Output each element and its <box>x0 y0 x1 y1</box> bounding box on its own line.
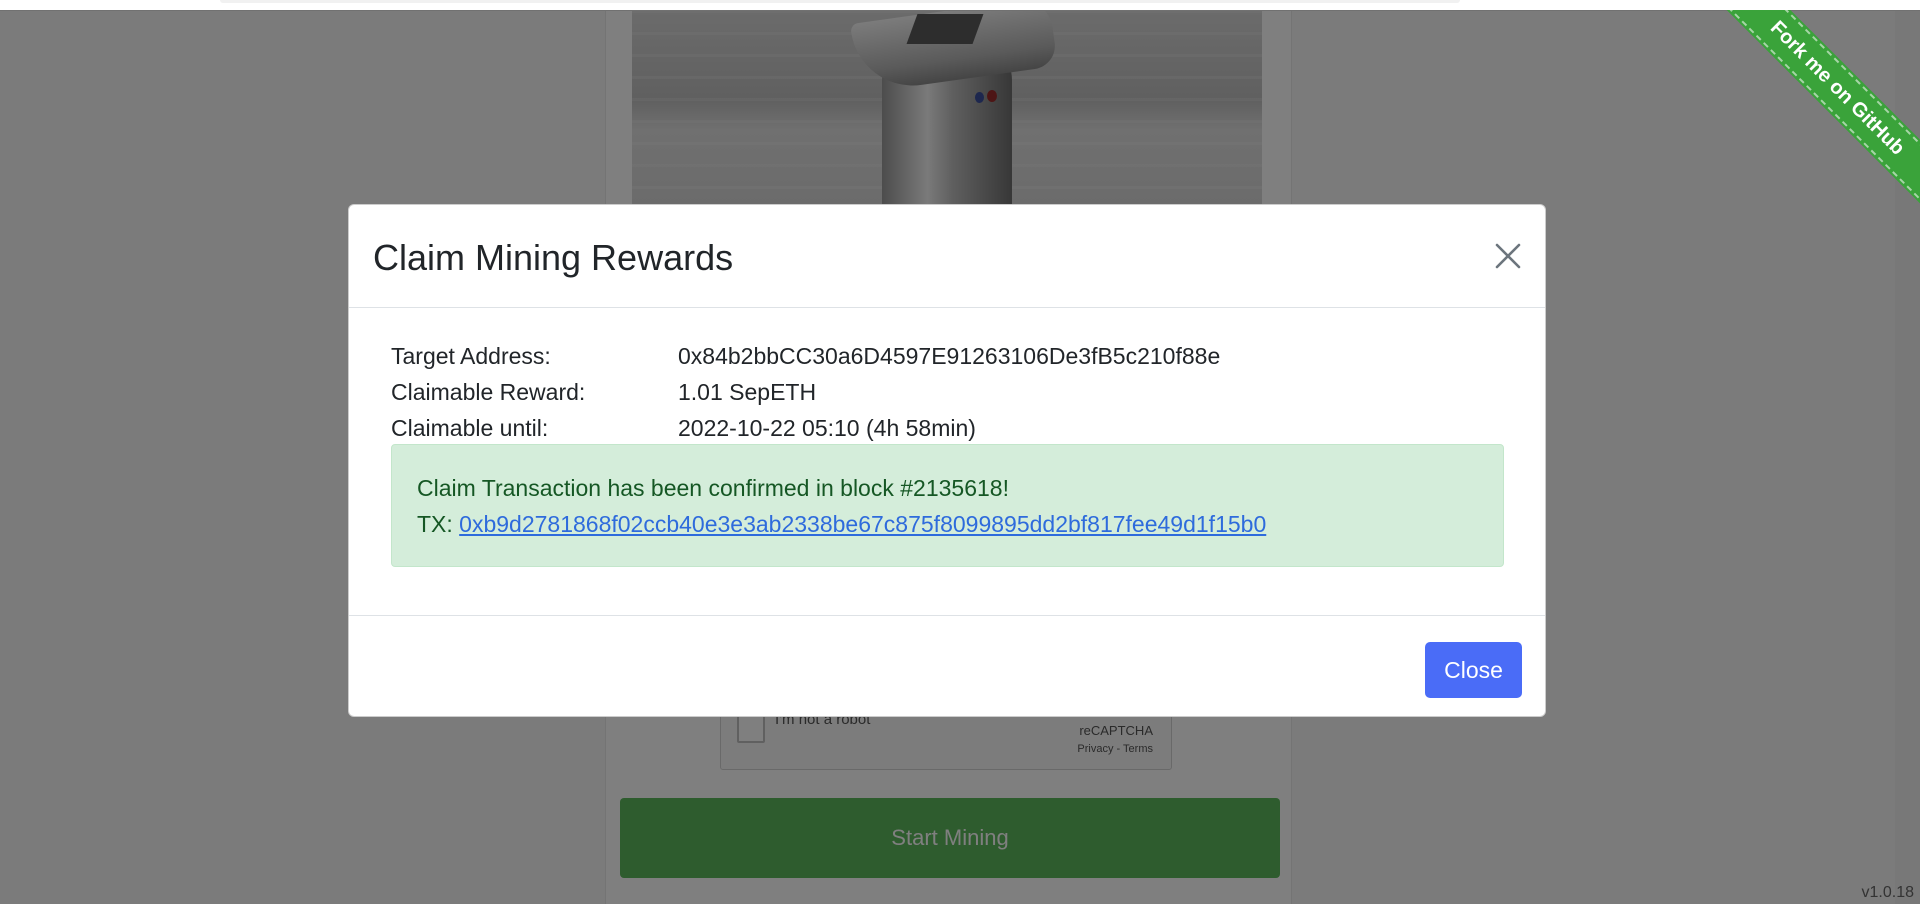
claim-rewards-modal: Claim Mining Rewards Target Address: 0x8… <box>348 204 1546 717</box>
tx-line: TX: 0xb9d2781868f02ccb40e3e3ab2338be67c8… <box>417 511 1266 538</box>
confirmation-message: Claim Transaction has been confirmed in … <box>417 475 1009 501</box>
claimable-until-label: Claimable until: <box>391 415 549 441</box>
modal-footer: Close <box>349 615 1545 718</box>
version-label: v1.0.18 <box>1861 884 1914 901</box>
modal-header: Claim Mining Rewards <box>349 205 1545 308</box>
close-icon[interactable] <box>1491 239 1525 273</box>
claimable-reward-value: 1.01 SepETH <box>678 379 817 405</box>
fork-ribbon-container: Fork me on GitHub <box>1710 10 1920 220</box>
tx-label: TX: <box>417 511 460 537</box>
target-address-label: Target Address: <box>391 343 551 369</box>
tx-hash-link[interactable]: 0xb9d2781868f02ccb40e3e3ab2338be67c875f8… <box>459 511 1266 537</box>
fork-me-on-github-ribbon[interactable]: Fork me on GitHub <box>1719 10 1920 206</box>
claimable-until-value: 2022-10-22 05:10 (4h 58min) <box>678 415 976 441</box>
claimable-reward-label: Claimable Reward: <box>391 379 586 405</box>
close-button[interactable]: Close <box>1425 642 1522 698</box>
target-address-value: 0x84b2bbCC30a6D4597E91263106De3fB5c210f8… <box>678 343 1221 369</box>
modal-title: Claim Mining Rewards <box>373 237 734 278</box>
success-alert: Claim Transaction has been confirmed in … <box>391 444 1504 567</box>
modal-body: Target Address: 0x84b2bbCC30a6D4597E9126… <box>349 308 1545 615</box>
browser-top-strip-inner <box>220 0 1460 3</box>
